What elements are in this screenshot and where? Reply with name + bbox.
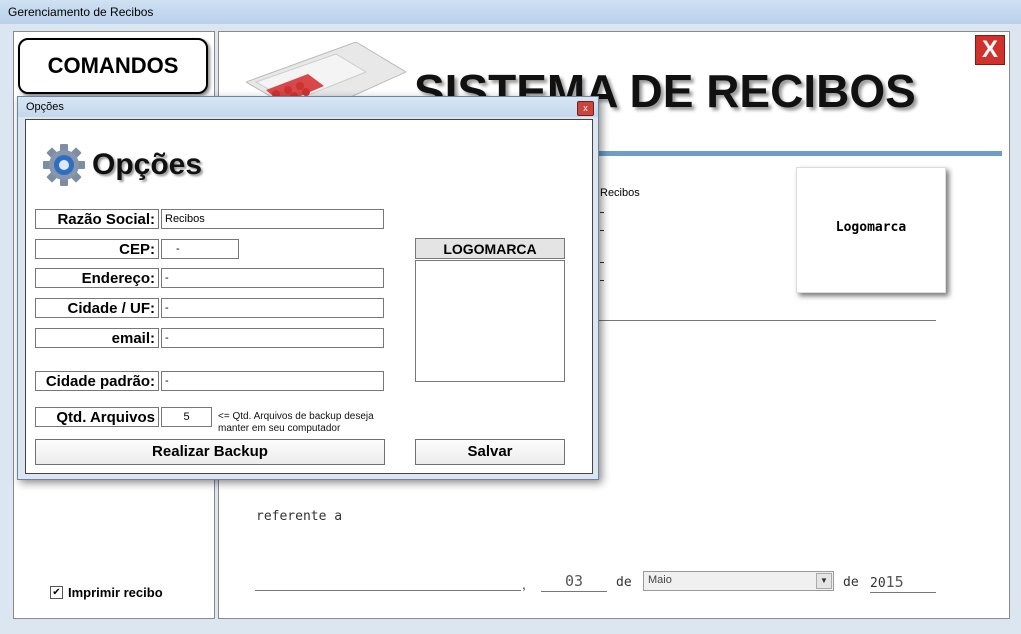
date-de-1: de bbox=[616, 575, 632, 590]
logomarca-image-box[interactable] bbox=[415, 260, 565, 382]
email-input[interactable]: - bbox=[161, 328, 384, 348]
window-title-bar: Gerenciamento de Recibos bbox=[0, 0, 1021, 25]
qtd-arquivos-hint: <= Qtd. Arquivos de backup deseja manter… bbox=[218, 411, 374, 434]
save-button[interactable]: Salvar bbox=[415, 439, 565, 465]
cep-input[interactable]: - bbox=[161, 239, 239, 259]
cep-label: CEP: bbox=[35, 239, 159, 259]
dash bbox=[600, 212, 604, 213]
dash bbox=[600, 230, 604, 231]
cidade-padrao-input[interactable]: - bbox=[161, 371, 384, 391]
date-de-2: de bbox=[843, 575, 859, 590]
backup-button[interactable]: Realizar Backup bbox=[35, 439, 385, 465]
window-title: Gerenciamento de Recibos bbox=[8, 5, 154, 19]
logomarca-header: LOGOMARCA bbox=[415, 238, 565, 259]
referente-label: referente a bbox=[256, 509, 343, 524]
cidade-uf-input[interactable]: - bbox=[161, 298, 384, 318]
dialog-close-button[interactable]: x bbox=[577, 101, 594, 116]
month-value: Maio bbox=[648, 574, 672, 586]
print-receipt-option[interactable]: ✔ Imprimir recibo bbox=[50, 584, 163, 600]
chevron-down-icon[interactable]: ▼ bbox=[816, 573, 832, 589]
email-label: email: bbox=[35, 328, 159, 348]
print-receipt-label: Imprimir recibo bbox=[68, 584, 163, 600]
razao-social-label: Razão Social: bbox=[35, 209, 159, 229]
year-field[interactable]: 2015 bbox=[870, 573, 936, 593]
dialog-title: Opções bbox=[26, 101, 64, 113]
logo-box: Logomarca bbox=[796, 167, 946, 293]
logo-placeholder: Logomarca bbox=[835, 220, 907, 235]
day-field[interactable]: 03 bbox=[541, 572, 607, 592]
dash bbox=[600, 280, 604, 281]
qtd-arquivos-label: Qtd. Arquivos bbox=[35, 407, 159, 427]
endereco-input[interactable]: - bbox=[161, 268, 384, 288]
cidade-uf-label: Cidade / UF: bbox=[35, 298, 159, 318]
options-heading: Opções bbox=[42, 143, 202, 187]
cidade-padrao-label: Cidade padrão: bbox=[35, 371, 159, 391]
value-line bbox=[595, 320, 936, 321]
date-comma: , bbox=[522, 576, 526, 592]
dash bbox=[600, 262, 604, 263]
commands-button[interactable]: COMANDOS bbox=[18, 38, 208, 94]
day-value: 03 bbox=[564, 572, 584, 590]
dialog-title-bar: Opções x bbox=[18, 97, 598, 117]
commands-label: COMANDOS bbox=[47, 53, 179, 78]
print-receipt-checkbox[interactable]: ✔ bbox=[50, 585, 63, 599]
company-name-text: Recibos bbox=[600, 187, 640, 199]
close-app-button[interactable]: X bbox=[975, 35, 1005, 65]
options-title: Opções bbox=[92, 148, 203, 181]
city-line bbox=[255, 590, 521, 591]
qtd-arquivos-input[interactable]: 5 bbox=[161, 407, 212, 427]
month-select[interactable]: Maio ▼ bbox=[643, 571, 834, 591]
endereco-label: Endereço: bbox=[35, 268, 159, 288]
year-prefix: 20 bbox=[870, 576, 886, 591]
year-value: 15 bbox=[885, 573, 904, 591]
gear-icon bbox=[43, 144, 85, 186]
razao-social-input[interactable]: Recibos bbox=[161, 209, 384, 229]
